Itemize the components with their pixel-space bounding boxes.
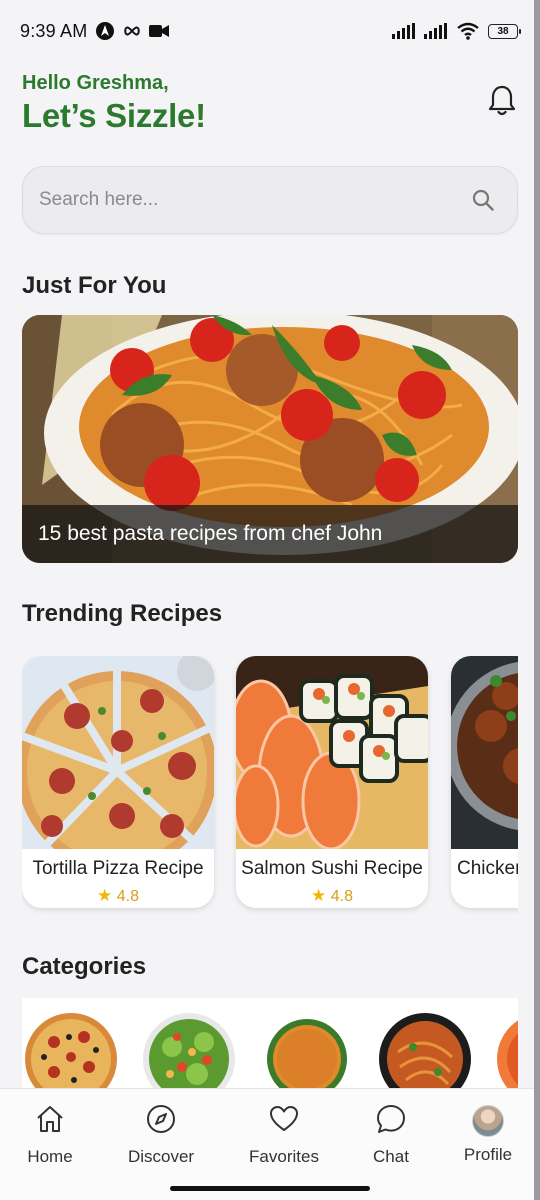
trending-rating: ★ 4.8 xyxy=(22,886,214,906)
rating-value: 4.8 xyxy=(330,888,353,905)
greeting-text: Hello Greshma, xyxy=(22,72,169,94)
status-bar: 9:39 AM 38 xyxy=(0,0,540,62)
category-salad[interactable] xyxy=(142,1012,236,1088)
tagline: Let’s Sizzle! xyxy=(22,97,206,134)
star-icon: ★ xyxy=(311,886,327,905)
trending-rating: ★ 4.8 xyxy=(236,886,428,906)
chicken-image xyxy=(451,656,518,849)
chat-icon xyxy=(377,1105,405,1133)
greeting-header: Hello Greshma, Let’s Sizzle! xyxy=(22,72,206,135)
category-pizza[interactable] xyxy=(24,1012,118,1088)
section-title-trending: Trending Recipes xyxy=(22,600,223,627)
section-title-just-for-you: Just For You xyxy=(22,272,167,299)
nav-chat[interactable]: Chat xyxy=(341,1103,441,1167)
heart-icon xyxy=(270,1106,298,1131)
nav-label: Profile xyxy=(463,1145,513,1164)
home-indicator xyxy=(170,1186,370,1191)
trending-carousel[interactable]: Tortilla Pizza Recipe ★ 4.8 Salmon Sushi… xyxy=(22,656,518,916)
navigation-app-icon xyxy=(96,22,115,40)
categories-carousel[interactable] xyxy=(22,998,518,1088)
trending-card-sushi[interactable]: Salmon Sushi Recipe ★ 4.8 xyxy=(236,656,428,908)
trending-name: Tortilla Pizza Recipe xyxy=(32,858,204,879)
nav-home[interactable]: Home xyxy=(0,1103,100,1167)
notification-bell-icon[interactable] xyxy=(486,84,518,118)
status-time: 9:39 AM xyxy=(20,20,88,41)
section-title-categories: Categories xyxy=(22,953,147,980)
video-camera-icon xyxy=(149,25,170,37)
trending-name: Salmon Sushi Recipe xyxy=(241,858,423,879)
nav-label: Favorites xyxy=(249,1147,319,1166)
pizza-image xyxy=(22,656,214,849)
nav-favorites[interactable]: Favorites xyxy=(234,1103,334,1167)
trending-card-chicken[interactable]: Chicken xyxy=(451,656,518,908)
nav-profile[interactable]: Profile xyxy=(438,1103,538,1165)
scroll-edge xyxy=(534,0,540,1200)
category-more[interactable] xyxy=(496,1012,518,1088)
compass-icon xyxy=(147,1105,175,1133)
featured-recipe-card[interactable]: 15 best pasta recipes from chef John xyxy=(22,315,518,563)
wifi-icon xyxy=(457,22,479,40)
category-soup[interactable] xyxy=(260,1012,354,1088)
search-icon[interactable] xyxy=(471,188,495,212)
search-input[interactable] xyxy=(39,189,471,211)
nav-label: Discover xyxy=(127,1147,195,1166)
featured-caption: 15 best pasta recipes from chef John xyxy=(22,505,518,563)
signal-icon xyxy=(392,23,415,39)
rating-value: 4.8 xyxy=(116,888,139,905)
nav-discover[interactable]: Discover xyxy=(111,1103,211,1167)
trending-card-pizza[interactable]: Tortilla Pizza Recipe ★ 4.8 xyxy=(22,656,214,908)
star-icon: ★ xyxy=(97,886,113,905)
battery-indicator: 38 xyxy=(488,23,521,39)
nav-label: Chat xyxy=(373,1147,409,1166)
sushi-image xyxy=(236,656,428,849)
home-icon xyxy=(37,1106,63,1132)
search-bar[interactable] xyxy=(22,166,518,234)
infinity-icon xyxy=(124,26,141,36)
avatar xyxy=(472,1105,504,1137)
trending-name: Chicken xyxy=(457,858,518,879)
signal-icon-2 xyxy=(424,23,447,39)
bottom-navigation: Home Discover Favorites Chat Profile xyxy=(0,1088,540,1200)
category-noodles[interactable] xyxy=(378,1012,472,1088)
nav-label: Home xyxy=(27,1147,73,1166)
